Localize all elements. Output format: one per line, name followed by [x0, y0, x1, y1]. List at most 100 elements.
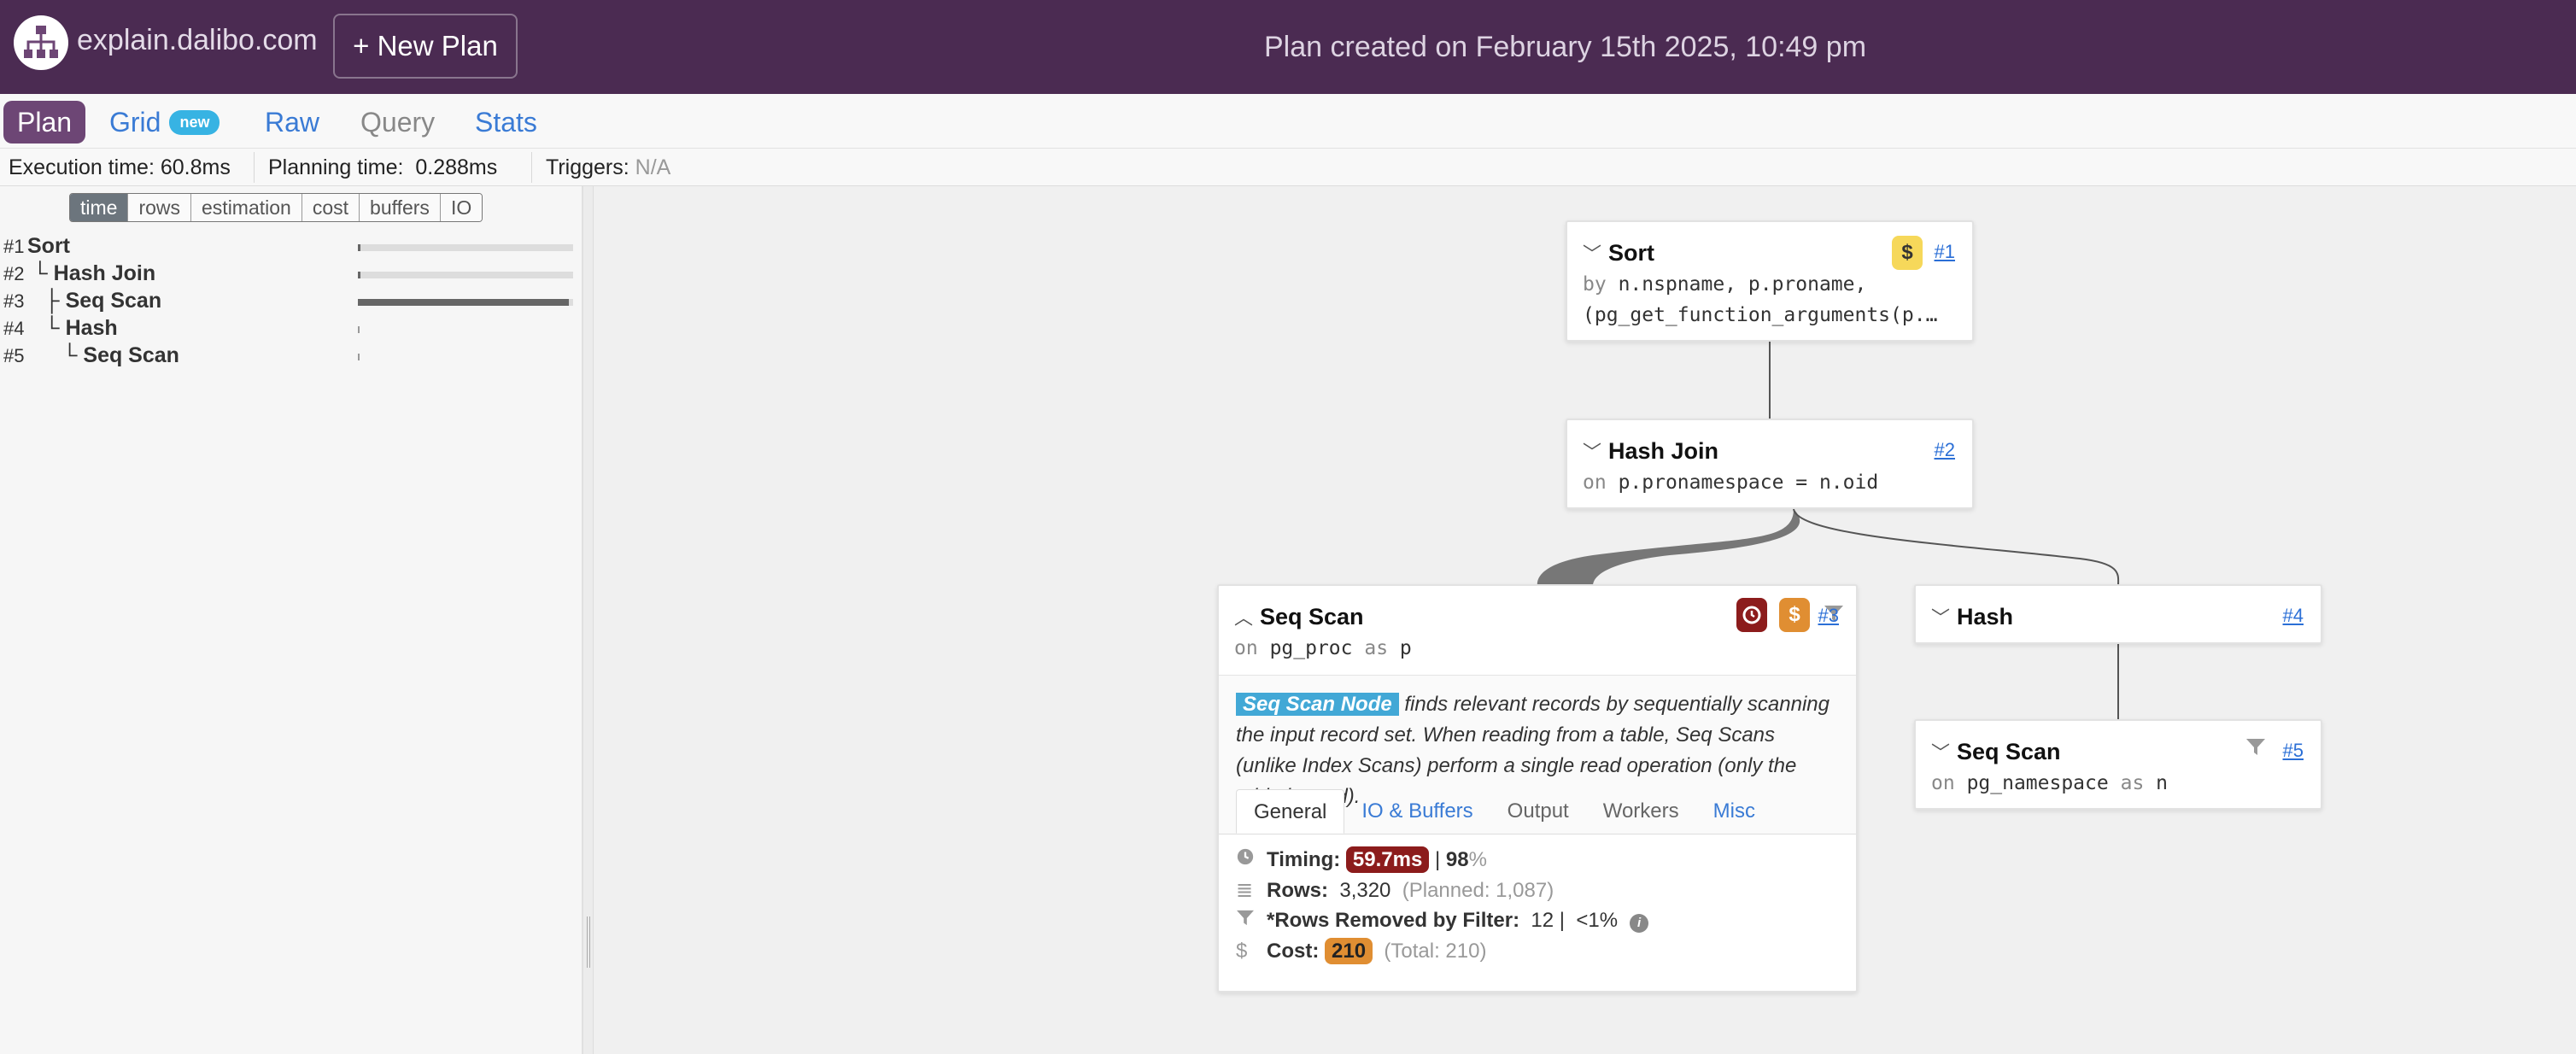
tab-general[interactable]: General — [1236, 789, 1345, 834]
chevron-down-icon[interactable]: ﹀ — [1931, 603, 1957, 630]
metric-buffers-button[interactable]: buffers — [360, 194, 441, 221]
panel-splitter[interactable] — [583, 186, 594, 1054]
node-seq-scan-3[interactable]: ︿ Seq Scan $ #3 on pg_proc as p Seq Scan … — [1217, 584, 1858, 993]
node-hash[interactable]: ﹀ Hash #4 — [1914, 584, 2322, 644]
node-hash-header[interactable]: ﹀ Hash — [1931, 603, 2013, 630]
relation-name: pg_namespace — [1966, 772, 2109, 794]
on-keyword: on — [1583, 471, 1607, 494]
tree-row-label-text: Seq Scan — [65, 289, 162, 313]
view-tabs: Plan Grid new Raw Query Stats — [0, 94, 2576, 149]
as-keyword: as — [2120, 772, 2145, 794]
rows-label: Rows: — [1267, 879, 1328, 902]
tab-raw-label: Raw — [265, 106, 320, 138]
node-hash-join-condition: on p.pronamespace = n.oid — [1583, 471, 1878, 494]
metric-selector: time rows estimation cost buffers IO — [69, 193, 483, 222]
node-sort-link[interactable]: #1 — [1935, 241, 1955, 263]
node-seq-scan-3-header[interactable]: ︿ Seq Scan — [1234, 603, 1364, 630]
tab-stats[interactable]: Stats — [475, 101, 537, 143]
relation-alias: p — [1399, 637, 1412, 659]
tree-row-num: #5 — [3, 345, 25, 366]
rows-removed-label: *Rows Removed by Filter: — [1267, 909, 1520, 932]
hash-cond: p.pronamespace = n.oid — [1618, 471, 1879, 494]
tree-row-4[interactable]: #4 └ Hash — [0, 314, 583, 342]
timing-row: Timing: 59.7ms | 98% — [1236, 846, 1487, 873]
node-seq-scan-3-title: Seq Scan — [1260, 603, 1364, 629]
cost-value: 210 — [1325, 938, 1373, 964]
tab-grid-label: Grid — [109, 106, 161, 138]
node-sort-header[interactable]: ﹀ Sort — [1583, 239, 1654, 266]
tree-row-3[interactable]: #3 ├ Seq Scan — [0, 287, 583, 314]
node-hash-join-title: Hash Join — [1608, 437, 1719, 464]
metric-cost-button[interactable]: cost — [302, 194, 360, 221]
execution-time: Execution time: 60.8ms — [9, 155, 231, 180]
triggers-value: N/A — [635, 155, 671, 179]
node-sort-title: Sort — [1608, 239, 1654, 266]
tab-io-buffers[interactable]: IO & Buffers — [1344, 789, 1490, 834]
chevron-up-icon[interactable]: ︿ — [1234, 603, 1260, 630]
time-bar-fill — [358, 244, 360, 251]
node-seq-scan-3-link[interactable]: #3 — [1818, 605, 1839, 627]
tab-query-label: Query — [360, 106, 436, 138]
site-name[interactable]: explain.dalibo.com — [77, 24, 318, 57]
dollar-icon: $ — [1779, 598, 1810, 632]
new-badge: new — [169, 109, 220, 135]
tab-raw[interactable]: Raw — [265, 101, 319, 143]
node-seq-scan-5-header[interactable]: ﹀ Seq Scan — [1931, 738, 2061, 765]
rows-removed-row: *Rows Removed by Filter: 12 | <1% i — [1236, 909, 1649, 933]
execution-time-value: 60.8ms — [160, 155, 231, 179]
tree-row-label-text: Hash Join — [53, 261, 156, 285]
tree-row-1[interactable]: #1 Sort — [0, 232, 583, 260]
time-bar-fill — [358, 299, 569, 306]
tab-grid[interactable]: Grid new — [109, 101, 220, 143]
tab-stats-label: Stats — [475, 106, 537, 138]
chevron-down-icon[interactable]: ﹀ — [1583, 239, 1608, 266]
planning-time-value: 0.288ms — [415, 155, 498, 179]
edge-hashjoin-hash — [1793, 508, 2120, 587]
tree-row-5[interactable]: #5 └ Seq Scan — [0, 342, 583, 369]
triggers: Triggers: N/A — [546, 155, 670, 180]
filter-icon — [1236, 909, 1267, 933]
node-seq-scan-5-relation: on pg_namespace as n — [1931, 772, 2168, 794]
node-hash-join-link[interactable]: #2 — [1935, 439, 1955, 461]
chevron-down-icon[interactable]: ﹀ — [1583, 437, 1608, 465]
clock-icon — [1236, 847, 1267, 872]
logo-icon[interactable] — [14, 15, 68, 70]
tab-plan[interactable]: Plan — [3, 101, 86, 143]
timing-percent: 98 — [1445, 848, 1469, 871]
metric-time-button[interactable]: time — [70, 194, 129, 221]
metric-rows-button[interactable]: rows — [128, 194, 192, 221]
sort-key-line1: n.nspname, p.proname, — [1618, 273, 1867, 296]
metric-estimation-button[interactable]: estimation — [191, 194, 302, 221]
tree-row-label: └ Hash Join — [32, 261, 155, 286]
tab-query[interactable]: Query — [360, 101, 435, 143]
splitter-grip[interactable] — [587, 916, 590, 968]
node-seq-scan-5-link[interactable]: #5 — [2283, 740, 2304, 762]
dollar-icon: $ — [1892, 236, 1923, 270]
node-hash-title: Hash — [1957, 603, 2014, 629]
tab-misc[interactable]: Misc — [1696, 789, 1772, 834]
tab-output[interactable]: Output — [1490, 789, 1586, 834]
tree-row-num: #3 — [3, 290, 25, 312]
time-bar-fill — [358, 354, 360, 360]
plan-diagram-canvas[interactable]: ﹀ Sort $ #1 by n.nspname, p.proname, (pg_… — [594, 186, 2576, 1054]
timing-value: 59.7ms — [1345, 846, 1430, 873]
chevron-down-icon[interactable]: ﹀ — [1931, 738, 1957, 765]
tree-row-2[interactable]: #2 └ Hash Join — [0, 260, 583, 287]
tab-workers[interactable]: Workers — [1586, 789, 1696, 834]
metric-io-button[interactable]: IO — [440, 194, 483, 221]
time-bar-fill — [358, 326, 360, 333]
node-hash-link[interactable]: #4 — [2283, 605, 2304, 627]
plan-tree-panel: time rows estimation cost buffers IO #1 … — [0, 186, 583, 1054]
tab-plan-label: Plan — [17, 106, 73, 138]
relation-alias: n — [2156, 772, 2169, 794]
info-icon[interactable]: i — [1630, 914, 1649, 933]
node-seq-scan-5[interactable]: ﹀ Seq Scan #5 on pg_namespace as n — [1914, 719, 2322, 810]
time-bar — [358, 244, 573, 251]
tree-row-label: ├ Seq Scan — [32, 289, 161, 313]
node-hash-join-header[interactable]: ﹀ Hash Join — [1583, 437, 1718, 465]
time-bar — [358, 354, 573, 360]
node-sort[interactable]: ﹀ Sort $ #1 by n.nspname, p.proname, (pg_… — [1566, 220, 1974, 342]
node-hash-join[interactable]: ﹀ Hash Join #2 on p.pronamespace = n.oid — [1566, 419, 1974, 509]
dollar-icon: $ — [1236, 940, 1248, 963]
new-plan-button[interactable]: + New Plan — [333, 14, 518, 79]
